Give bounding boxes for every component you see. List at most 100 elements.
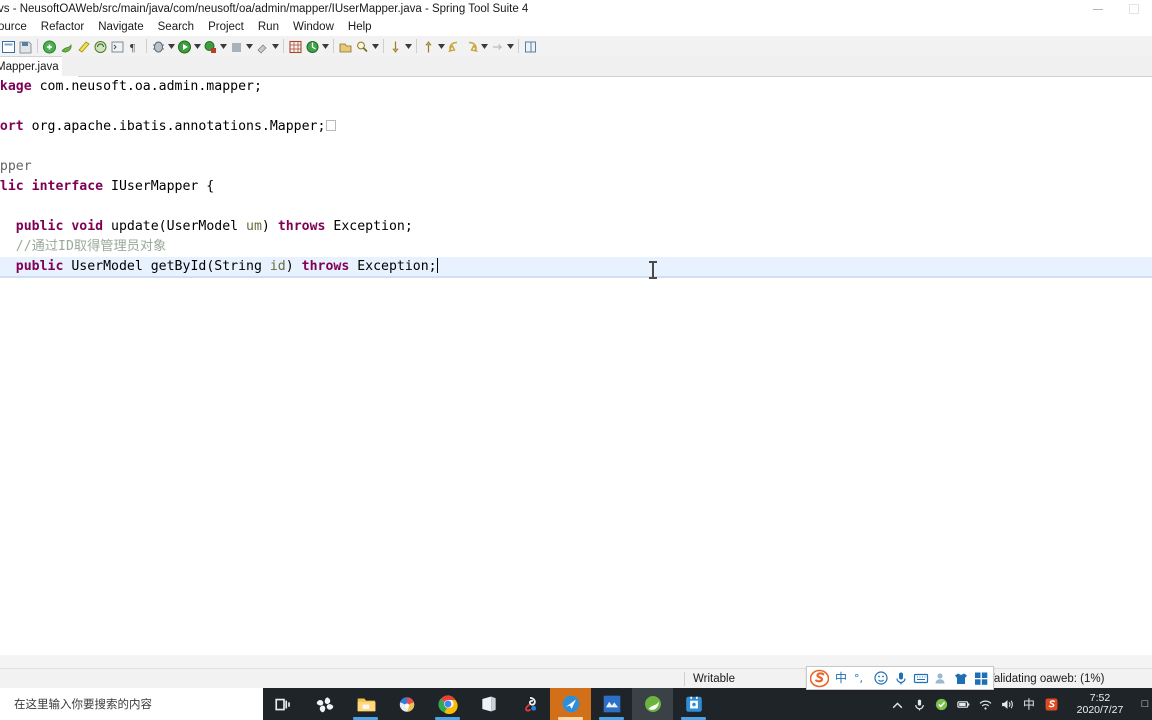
boot-dashboard-icon[interactable] xyxy=(41,37,58,55)
taskbar-search-box[interactable]: 在这里输入你要搜索的内容 xyxy=(0,688,263,720)
menu-item-navigate[interactable]: Navigate xyxy=(91,18,150,36)
menu-item-ource[interactable]: ource xyxy=(0,18,34,36)
soft-keyboard-icon[interactable] xyxy=(912,670,929,687)
notification-center-icon[interactable]: □ xyxy=(1138,688,1152,720)
refresh-spring-icon[interactable] xyxy=(92,37,109,55)
menu-item-run[interactable]: Run xyxy=(251,18,286,36)
pin-editor-icon[interactable] xyxy=(522,37,539,55)
open-type-icon[interactable] xyxy=(337,37,354,55)
chevron-down-icon[interactable] xyxy=(480,37,489,55)
taskbar-spring-tool-suite-icon[interactable] xyxy=(550,688,591,720)
toolbox-icon[interactable] xyxy=(972,670,989,687)
chevron-down-icon[interactable] xyxy=(245,37,254,55)
microphone-icon[interactable] xyxy=(908,688,930,720)
spring-icon[interactable] xyxy=(58,37,75,55)
run-coverage-icon[interactable] xyxy=(202,37,219,55)
chevron-down-icon[interactable] xyxy=(321,37,330,55)
skin-icon[interactable] xyxy=(952,670,969,687)
minimize-button[interactable] xyxy=(1080,0,1116,18)
terminal-icon[interactable] xyxy=(109,37,126,55)
chevron-down-icon[interactable] xyxy=(193,37,202,55)
chinese-mode-icon[interactable]: 中 xyxy=(832,670,849,687)
battery-icon[interactable] xyxy=(952,688,974,720)
debug-icon[interactable] xyxy=(150,37,167,55)
taskbar-onenote-icon[interactable] xyxy=(468,688,509,720)
taskbar-mountain-app-icon[interactable] xyxy=(591,688,632,720)
main-toolbar: ¶ xyxy=(0,36,1152,57)
toolbar-separator xyxy=(37,39,38,53)
chevron-down-icon[interactable] xyxy=(506,37,515,55)
taskbar-sogou-pinyin-icon[interactable] xyxy=(509,688,550,720)
build-icon[interactable] xyxy=(75,37,92,55)
code-line[interactable]: public void update(UserModel um) throws … xyxy=(0,217,1152,237)
paragraph-mark-icon[interactable]: ¶ xyxy=(126,37,143,55)
window-controls xyxy=(1080,0,1152,18)
taskbar-spring-leaf-icon[interactable] xyxy=(632,688,673,720)
new-java-package-icon[interactable] xyxy=(287,37,304,55)
forward-icon[interactable] xyxy=(463,37,480,55)
taskbar-cortana-icon[interactable] xyxy=(304,688,345,720)
menu-item-search[interactable]: Search xyxy=(151,18,201,36)
new-wizard-icon[interactable] xyxy=(0,37,17,55)
chevron-down-icon[interactable] xyxy=(404,37,413,55)
stop-icon[interactable] xyxy=(228,37,245,55)
code-line[interactable]: ublic interface IUserMapper { xyxy=(0,177,1152,197)
chevron-down-icon[interactable] xyxy=(271,37,280,55)
last-edit-icon[interactable] xyxy=(489,37,506,55)
taskbar-file-explorer-icon[interactable] xyxy=(345,688,386,720)
taskbar-clock[interactable]: 7:52 2020/7/27 xyxy=(1062,688,1138,720)
taskbar-app-list xyxy=(263,688,714,720)
code-line[interactable] xyxy=(0,197,1152,217)
toolbar-separator xyxy=(283,39,284,53)
code-line[interactable] xyxy=(0,137,1152,157)
punctuation-mode-icon[interactable]: °, xyxy=(852,670,869,687)
sogou-logo-icon[interactable] xyxy=(809,668,829,688)
search-icon[interactable] xyxy=(354,37,371,55)
code-line[interactable]: ackage com.neusoft.oa.admin.mapper; xyxy=(0,77,1152,97)
show-hidden-icons-chevron[interactable] xyxy=(886,688,908,720)
toolbar-separator xyxy=(518,39,519,53)
emoji-icon[interactable] xyxy=(872,670,889,687)
code-line-text: public void update(UserModel um) throws … xyxy=(0,217,413,237)
ime-language-icon[interactable]: 中 xyxy=(1018,688,1040,720)
toolbar-separator xyxy=(146,39,147,53)
taskbar-google-chrome-icon[interactable] xyxy=(427,688,468,720)
java-code-editor[interactable]: ackage com.neusoft.oa.admin.mapper; mport… xyxy=(0,77,1152,655)
taskbar-calendar-app-icon[interactable] xyxy=(673,688,714,720)
wifi-icon[interactable] xyxy=(974,688,996,720)
taskbar-paint-3d-icon[interactable] xyxy=(386,688,427,720)
external-tools-icon[interactable] xyxy=(254,37,271,55)
user-icon[interactable] xyxy=(932,670,949,687)
voice-input-icon[interactable] xyxy=(892,670,909,687)
security-shield-icon[interactable] xyxy=(930,688,952,720)
menu-item-window[interactable]: Window xyxy=(286,18,341,36)
next-annotation-icon[interactable] xyxy=(387,37,404,55)
volume-icon[interactable] xyxy=(996,688,1018,720)
svg-text:¶: ¶ xyxy=(130,42,135,54)
chevron-down-icon[interactable] xyxy=(371,37,380,55)
svg-text:中: 中 xyxy=(835,670,847,685)
run-icon[interactable] xyxy=(176,37,193,55)
back-icon[interactable] xyxy=(446,37,463,55)
chevron-down-icon[interactable] xyxy=(219,37,228,55)
code-line[interactable]: //通过ID取得管理员对象 xyxy=(0,237,1152,257)
save-icon[interactable] xyxy=(17,37,34,55)
code-line-current[interactable]: public UserModel getById(String id) thro… xyxy=(0,257,1152,277)
code-token: throws xyxy=(301,259,350,274)
menu-item-project[interactable]: Project xyxy=(201,18,251,36)
code-line[interactable]: mport org.apache.ibatis.annotations.Mapp… xyxy=(0,117,1152,137)
code-token: Exception; xyxy=(325,219,413,234)
taskbar-task-view-icon[interactable] xyxy=(263,688,304,720)
sogou-tray-icon[interactable] xyxy=(1040,688,1062,720)
chevron-down-icon[interactable] xyxy=(437,37,446,55)
new-java-class-icon[interactable] xyxy=(304,37,321,55)
chevron-down-icon[interactable] xyxy=(167,37,176,55)
previous-annotation-icon[interactable] xyxy=(420,37,437,55)
menu-item-help[interactable]: Help xyxy=(341,18,379,36)
code-line[interactable]: Mapper xyxy=(0,157,1152,177)
code-line[interactable] xyxy=(0,97,1152,117)
sogou-ime-floating-bar[interactable]: 中 °, xyxy=(806,666,994,690)
menu-item-refactor[interactable]: Refactor xyxy=(34,18,91,36)
menu-bar: ource Refactor Navigate Search Project Run Win… xyxy=(0,18,1152,36)
restore-button[interactable] xyxy=(1116,0,1152,18)
